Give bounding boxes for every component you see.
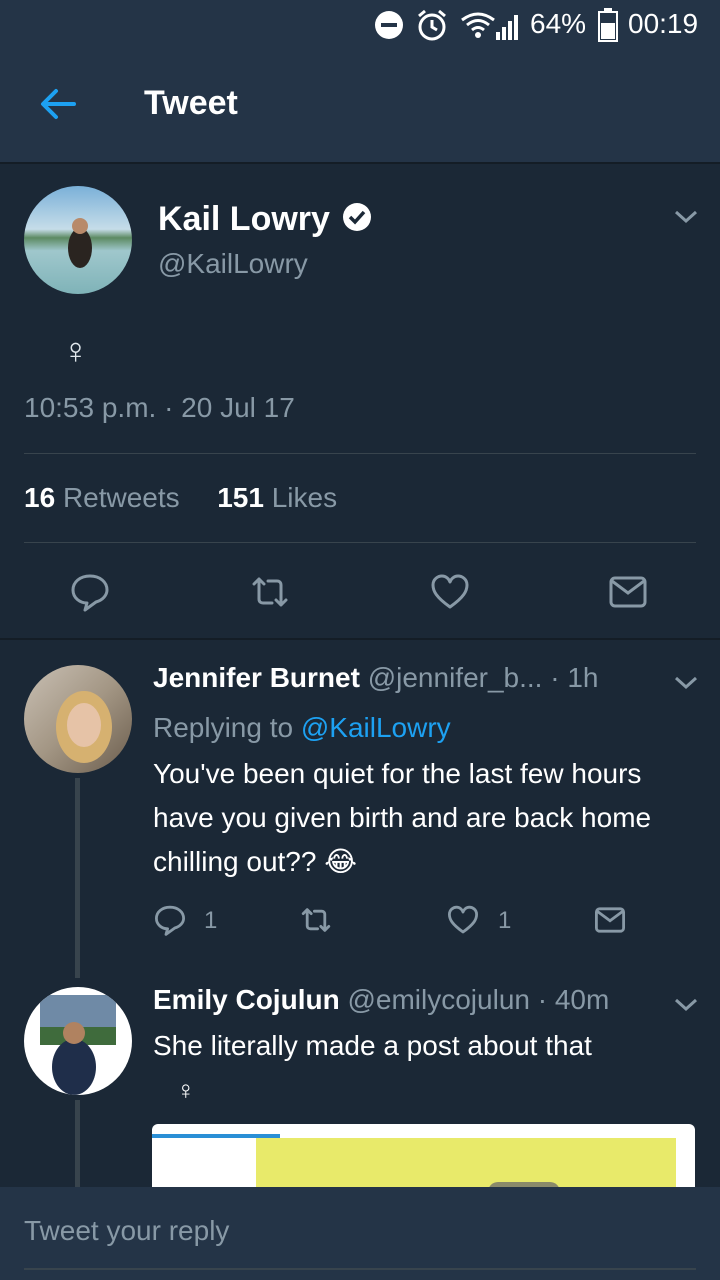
reply-header: Emily Cojulun @emilycojulun · 40m: [153, 984, 609, 1016]
reply-avatar[interactable]: [24, 665, 132, 773]
retweets-stat[interactable]: 16 Retweets: [24, 482, 180, 513]
clock: 00:19: [628, 8, 699, 39]
reply-icon[interactable]: [154, 904, 186, 936]
do-not-disturb-icon: [375, 11, 403, 39]
reply-icon[interactable]: [70, 572, 110, 612]
replying-prefix: Replying to: [153, 712, 294, 743]
author-handle[interactable]: @KailLowry: [158, 248, 308, 280]
retweets-label: Retweets: [62, 482, 180, 513]
like-icon[interactable]: [447, 904, 479, 936]
like-icon[interactable]: [430, 572, 470, 612]
wifi-icon: [461, 12, 495, 38]
reply-avatar[interactable]: [24, 987, 132, 1095]
replying-to-link[interactable]: @KailLowry: [301, 712, 451, 743]
battery-percent: 64%: [530, 8, 587, 39]
reply-count: 1: [204, 907, 218, 934]
tweet-timestamp: 10:53 p.m. · 20 Jul 17: [24, 392, 295, 423]
reply-time: · 1h: [550, 662, 599, 693]
compose-bar: [0, 1187, 720, 1280]
divider: [24, 542, 696, 543]
share-mail-icon[interactable]: [608, 572, 648, 612]
author-avatar[interactable]: [24, 186, 132, 294]
page-title: Tweet: [144, 84, 238, 122]
reply-symbol: ♀: [176, 1075, 196, 1105]
reply-time: · 40m: [537, 984, 610, 1015]
likes-label: Likes: [271, 482, 338, 513]
author-name[interactable]: Kail Lowry: [158, 200, 330, 239]
likes-stat[interactable]: 151 Likes: [217, 482, 337, 513]
reply-text: She literally made a post about that: [153, 1030, 592, 1061]
reply-header: Jennifer Burnet @jennifer_b... · 1h: [153, 662, 599, 694]
reply-input[interactable]: [24, 1215, 684, 1247]
reply-author-handle[interactable]: @jennifer_b...: [368, 662, 543, 693]
signal-icon: [496, 15, 518, 40]
compose-underline: [24, 1268, 696, 1270]
status-bar: 64% 00:19: [0, 0, 720, 50]
likes-count: 151: [217, 482, 264, 513]
replying-to: Replying to @KailLowry: [153, 706, 673, 750]
share-mail-icon[interactable]: [594, 904, 626, 936]
chevron-down-icon[interactable]: [674, 210, 698, 224]
retweet-icon[interactable]: [250, 572, 290, 612]
battery-icon: [598, 8, 618, 42]
tweet-stats: 16 Retweets 151 Likes: [24, 482, 337, 514]
section-separator: [0, 638, 720, 640]
retweet-icon[interactable]: [300, 904, 332, 936]
alarm-icon: [418, 9, 446, 41]
divider: [24, 453, 696, 454]
reply-text: You've been quiet for the last few hours…: [153, 758, 652, 877]
like-count: 1: [498, 907, 512, 934]
chevron-down-icon[interactable]: [674, 998, 698, 1012]
thread-line: [75, 1100, 80, 1187]
reply-author-name[interactable]: Emily Cojulun: [153, 984, 340, 1015]
reply-author-name[interactable]: Jennifer Burnet: [153, 662, 360, 693]
reply-author-handle[interactable]: @emilycojulun: [347, 984, 530, 1015]
verified-badge-icon: [343, 203, 371, 231]
app-bar: Tweet: [0, 50, 720, 164]
retweets-count: 16: [24, 482, 56, 513]
back-arrow-icon[interactable]: [34, 80, 82, 128]
thread-line: [75, 778, 80, 978]
tweet-text: ♀: [62, 330, 89, 371]
chevron-down-icon[interactable]: [674, 676, 698, 690]
